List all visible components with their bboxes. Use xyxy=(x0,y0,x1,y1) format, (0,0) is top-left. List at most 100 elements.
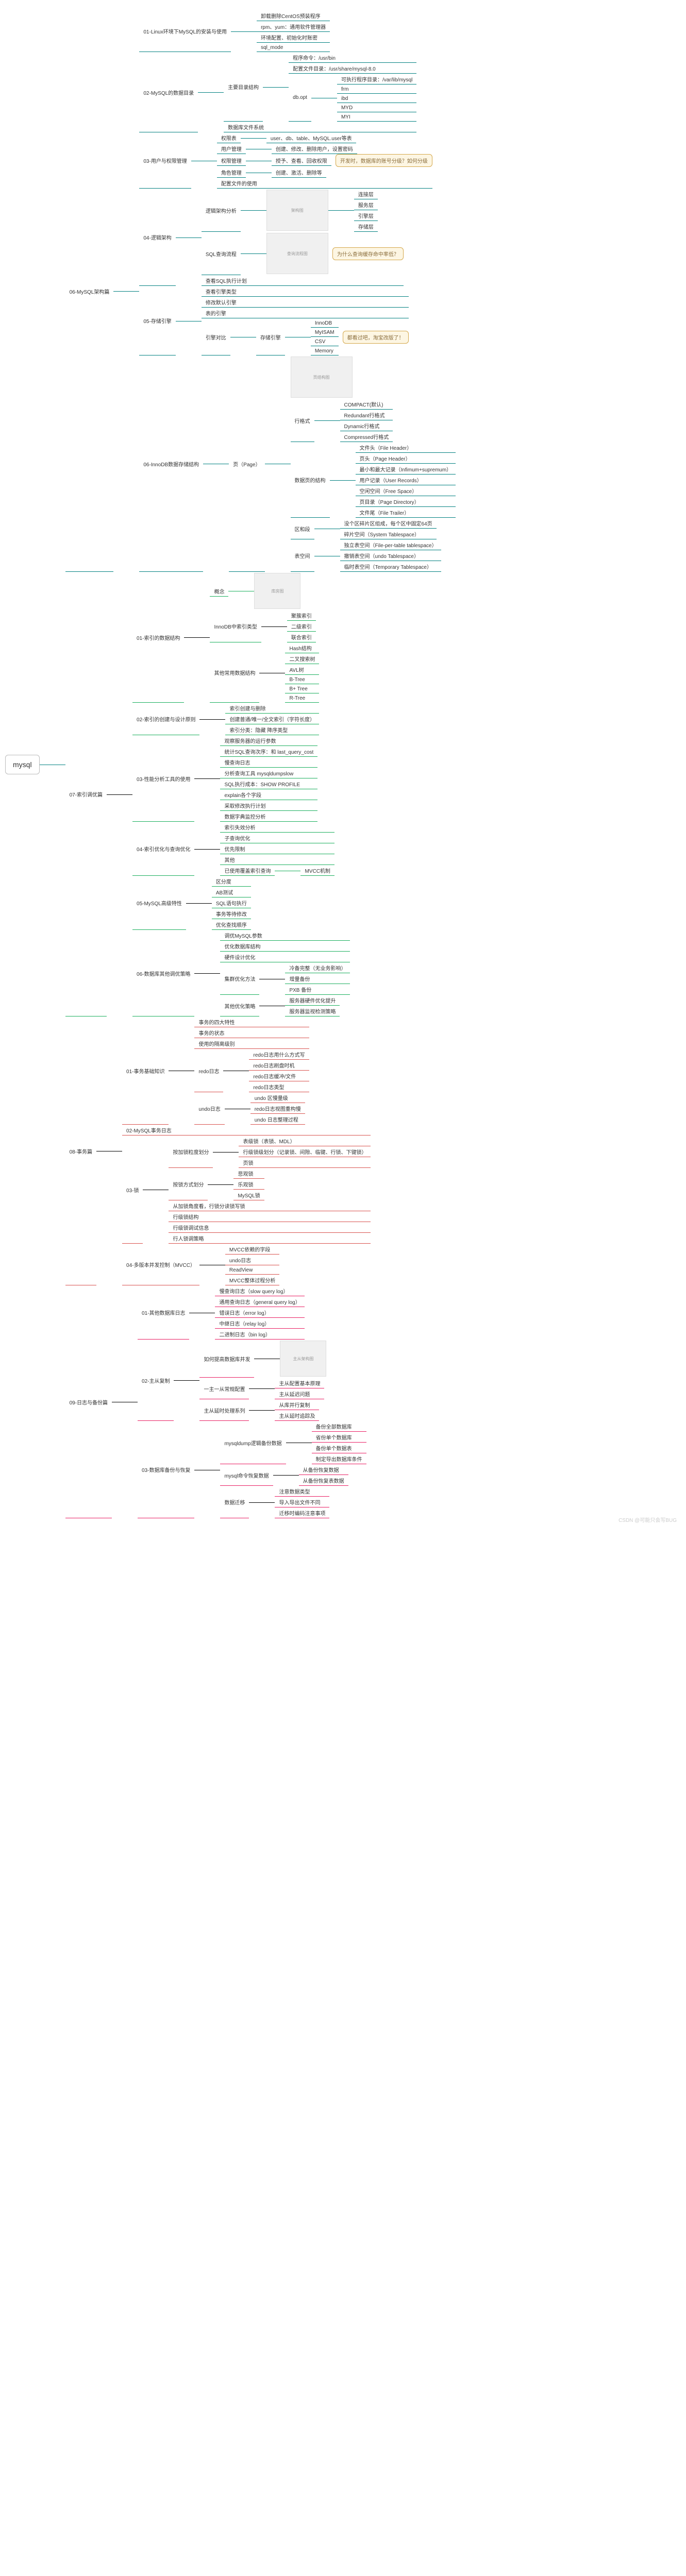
leaf: 统计SQL查询次序：和 last_query_cost xyxy=(220,746,317,757)
leaf: Hash结构 xyxy=(285,642,319,653)
root-fan xyxy=(40,10,65,1518)
root-node[interactable]: mysql xyxy=(5,755,40,774)
sql-flow-image: 查询流程图 xyxy=(266,233,328,274)
leaf: 主从延时处理系列 xyxy=(199,1399,249,1421)
section-08-title[interactable]: 08-事务篇 xyxy=(65,1016,96,1285)
leaf: 最小和最大记录（Infimum+supremum） xyxy=(356,464,456,474)
s09-n03-title[interactable]: 03-数据库备份与恢复 xyxy=(138,1421,194,1518)
s06-n01-title[interactable]: 01-Linux环境下MySQL的安装与使用 xyxy=(139,10,231,52)
leaf: InnoDB中索引类型 xyxy=(210,610,261,642)
s06-n06: 06-InnoDB数据存储结构 页（Page） 页结构图 行格式 xyxy=(139,355,456,572)
callout: 为什么查询缓存命中率低？ xyxy=(332,247,404,260)
leaf: 页目录（Page Directory） xyxy=(356,496,456,507)
leaf: 概念 xyxy=(210,586,228,597)
leaf: 增量备份 xyxy=(285,973,350,984)
leaf: 乐观锁 xyxy=(233,1179,264,1190)
leaf: 页头（Page Header） xyxy=(356,453,456,464)
leaf: COMPACT(默认) xyxy=(340,399,393,410)
s07-n02-title[interactable]: 02-索引的创建与设计原则 xyxy=(132,703,199,735)
s06-n04: 04-逻辑架构 逻辑架构分析 架构图 连接层 服务层 xyxy=(139,189,456,286)
leaf: AB测试 xyxy=(212,887,251,897)
s06-n04-title[interactable]: 04-逻辑架构 xyxy=(139,189,175,286)
leaf: InnoDB xyxy=(311,318,339,328)
leaf: R-Tree xyxy=(285,693,319,703)
s07-n04: 04-索引优化与查询优化 索引失效分析 子查询优化 优先限制 其他 已使用覆盖索… xyxy=(132,822,350,876)
leaf: 按锁方式划分 xyxy=(169,1168,208,1200)
leaf: MVCC依赖的字段 xyxy=(225,1244,279,1255)
leaf: 文件尾（File Trailer） xyxy=(356,507,456,518)
s08-n03-title[interactable]: 03-锁 xyxy=(122,1136,143,1244)
leaf: 引擎层 xyxy=(354,210,378,221)
s06-n05: 05-存储引擎 查看引擎类型 修改默认引擎 表的引擎 引擎对比 存储引擎 xyxy=(139,286,456,355)
leaf: B+ Tree xyxy=(285,684,319,693)
s08-n03: 03-锁 按加锁粒度划分 表级锁（表锁、MDL） 行级锁级划分（记录锁、间隙、临… xyxy=(122,1136,371,1244)
leaf: 行级锁结构 xyxy=(169,1211,371,1222)
leaf: 数据迁移 xyxy=(220,1486,249,1518)
s07-n06-title[interactable]: 06-数据库其他调优策略 xyxy=(132,930,194,1016)
leaf: frm xyxy=(337,84,416,94)
section-08: 08-事务篇 01-事务基础知识 事务的四大特性 事务的状态 使用的隔离级别 r… xyxy=(65,1016,456,1285)
s09-n03: 03-数据库备份与恢复 mysqldump逻辑备份数据 备份全部数据库 省份单个… xyxy=(138,1421,366,1518)
leaf: 服务器硬件优化提升 xyxy=(285,995,340,1006)
leaf: SQL执行成本：SHOW PROFILE xyxy=(220,778,317,789)
leaf: undo日志 xyxy=(194,1092,224,1125)
leaf: 优先限制 xyxy=(220,843,334,854)
leaf: 分析查询工具 mysqldumpslow xyxy=(220,768,317,778)
leaf: MVCC机制 xyxy=(300,865,334,876)
leaf: redo日志刷盘时机 xyxy=(249,1060,309,1071)
leaf: 连接层 xyxy=(354,189,378,199)
s08-n02-title[interactable]: 02-MySQL事务日志 xyxy=(122,1125,371,1136)
leaf: undo日志 xyxy=(225,1255,279,1265)
leaf: 撤销表空间（undo Tablespace） xyxy=(340,550,441,561)
s09-n02-title[interactable]: 02-主从复制 xyxy=(138,1340,174,1421)
leaf: SQL语句执行 xyxy=(212,897,251,908)
leaf: 备份全部数据库 xyxy=(312,1421,366,1432)
s06-n02-title[interactable]: 02-MySQL的数据目录 xyxy=(139,52,198,132)
leaf: mysql命令恢复数据 xyxy=(220,1464,273,1486)
s06-n03: 03-用户与权限管理 权限表 user、db、table、MySQL.user等表… xyxy=(139,132,456,189)
leaf: MySQL锁 xyxy=(233,1190,264,1200)
leaf: 二进制日志（bin log） xyxy=(215,1329,304,1340)
s07-n06: 06-数据库其他调优策略 调优MySQL参数 优化数据库结构 硬件设计优化 集群… xyxy=(132,930,350,1016)
s08-n01-title[interactable]: 01-事务基础知识 xyxy=(122,1016,169,1125)
leaf: PXB 备份 xyxy=(285,984,350,995)
leaf: 主从延迟问题 xyxy=(275,1388,324,1399)
leaf: CSV xyxy=(311,337,339,346)
leaf: 配置文件目录：/usr/share/mysql-8.0 xyxy=(289,63,416,74)
leaf: 行级锁级划分（记录锁、间隙、临键、行锁、下键锁） xyxy=(239,1146,371,1157)
section-07: 07-索引调优篇 01-索引的数据结构 概念库房图 InnoDB中索引类型 聚簇… xyxy=(65,572,456,1016)
leaf: 权限表 xyxy=(217,132,241,143)
section-07-title[interactable]: 07-索引调优篇 xyxy=(65,572,107,1016)
section-09: 09-日志与备份篇 01-其他数据库日志 慢查询日志（slow query lo… xyxy=(65,1285,456,1518)
leaf: 子查询优化 xyxy=(220,833,334,843)
section-09-title[interactable]: 09-日志与备份篇 xyxy=(65,1285,112,1518)
leaf: db.opt xyxy=(289,74,311,122)
leaf: 其他优化策略 xyxy=(220,995,259,1016)
leaf: 制定导出数据库条件 xyxy=(312,1453,366,1464)
s07-n03-title[interactable]: 03-性能分析工具的使用 xyxy=(132,735,194,822)
s08-n04-title[interactable]: 04-多版本并发控制（MVCC） xyxy=(122,1244,199,1285)
leaf: 用户记录（User Records） xyxy=(356,474,456,485)
leaf: 备份单个数据表 xyxy=(312,1443,366,1453)
leaf: 从库并行复制 xyxy=(275,1399,319,1410)
leaf: 硬件设计优化 xyxy=(220,952,350,962)
s07-n01-title[interactable]: 01-索引的数据结构 xyxy=(132,572,184,703)
s07-n05-title[interactable]: 05-MySQL高级特性 xyxy=(132,876,186,930)
section-06-title[interactable]: 06-MySQL架构篇 xyxy=(65,10,114,572)
s09-n01-title[interactable]: 01-其他数据库日志 xyxy=(138,1285,189,1340)
leaf: 表级锁（表锁、MDL） xyxy=(239,1136,371,1146)
leaf: user、db、table、MySQL.user等表 xyxy=(266,132,356,143)
leaf: 迁移时编码注意事项 xyxy=(275,1507,329,1518)
leaf: 数据库文件系统 xyxy=(224,122,416,132)
leaf: 没个区碎片区组成，每个区中固定64页 xyxy=(340,518,437,529)
leaf: Redundant行格式 xyxy=(340,410,393,420)
leaf: 慢查询日志 xyxy=(220,757,317,768)
leaf: 主要目录结构 xyxy=(224,52,263,122)
leaf: 从备份恢复表数据 xyxy=(299,1475,348,1486)
s07-n04-title[interactable]: 04-索引优化与查询优化 xyxy=(132,822,194,876)
s06-n05-title[interactable]: 05-存储引擎 xyxy=(139,286,175,355)
s06-n03-title[interactable]: 03-用户与权限管理 xyxy=(139,132,191,189)
s06-n06-title[interactable]: 06-InnoDB数据存储结构 xyxy=(139,355,203,572)
leaf: 联合索引 xyxy=(287,632,316,642)
leaf: 通用查询日志（general query log） xyxy=(215,1296,304,1307)
